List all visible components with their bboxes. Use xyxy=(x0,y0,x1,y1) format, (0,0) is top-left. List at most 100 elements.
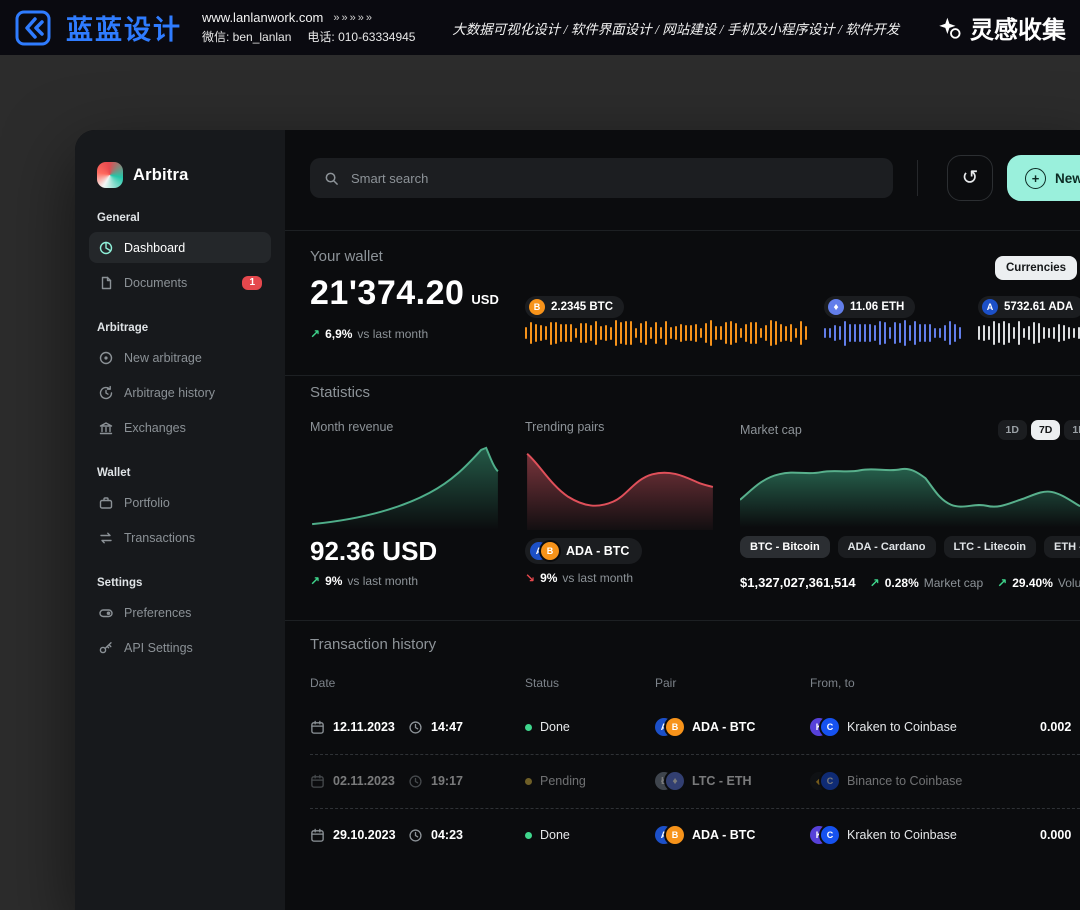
token-chip-ltc[interactable]: LTC - Litecoin xyxy=(944,536,1037,558)
market-cap-card: Market cap 1D 7D 1M BTC - Bitcoi xyxy=(740,420,1080,590)
token-chip-eth[interactable]: ETH - Ethereu xyxy=(1044,536,1080,558)
coinbase-icon: C xyxy=(821,826,839,844)
sidebar-item-portfolio[interactable]: Portfolio xyxy=(89,487,271,518)
sidebar-item-documents[interactable]: Documents 1 xyxy=(89,267,271,298)
promo-header: 蓝蓝设计 www.lanlanwork.com »»»»» 微信: ben_la… xyxy=(0,0,1080,55)
change-suffix: Market cap xyxy=(924,576,983,590)
col-pair: Pair xyxy=(655,676,676,690)
table-row[interactable]: 12.11.2023 14:47 Done A B ADA - BTC K xyxy=(285,700,1080,754)
pair-pill[interactable]: A B ADA - BTC xyxy=(525,538,642,564)
fromto-cell: K C Kraken to Coinbase xyxy=(810,808,957,862)
table-row[interactable]: 29.10.2023 04:23 Done A B ADA - BTC K xyxy=(285,808,1080,862)
token-chip-btc[interactable]: BTC - Bitcoin xyxy=(740,536,830,558)
history-button[interactable]: ↺ xyxy=(947,155,993,201)
date-cell: 12.11.2023 xyxy=(310,700,395,754)
fromto-value: Kraken to Coinbase xyxy=(847,828,957,842)
status-value: Done xyxy=(540,720,570,734)
change-suffix: Volume (2 xyxy=(1058,576,1080,590)
amount-value: 0.002 xyxy=(1040,720,1071,734)
time-cell: 19:17 xyxy=(408,754,463,808)
range-7d[interactable]: 7D xyxy=(1031,420,1060,440)
exchange-icons: ◆ C xyxy=(810,772,839,790)
status-cell: Done xyxy=(525,808,570,862)
clock-icon xyxy=(408,828,423,843)
sidebar-item-new-arbitrage[interactable]: New arbitrage xyxy=(89,342,271,373)
plus-icon: + xyxy=(1025,168,1046,189)
sidebar-item-api-settings[interactable]: API Settings xyxy=(89,632,271,663)
arrows-decoration: »»»»» xyxy=(333,12,374,24)
transactions-title: Transaction history xyxy=(310,636,436,653)
cap-change: ↗ 0.28% Market cap xyxy=(870,576,983,590)
revenue-change: ↗ 9% vs last month xyxy=(310,574,500,588)
btc-coin-icon: B xyxy=(541,542,559,560)
wechat-label: 微信: ben_lanlan xyxy=(202,28,291,45)
change-value: 0.28% xyxy=(885,576,919,590)
holdings-row: B 2.2345 BTC ♦ 11.06 ETH A 5732.61 ADA xyxy=(525,296,1080,347)
pair-cell: A B ADA - BTC xyxy=(655,700,755,754)
pair-label: ADA - BTC xyxy=(566,544,629,558)
sidebar-item-label: Arbitrage history xyxy=(124,386,215,400)
sidebar-item-label: API Settings xyxy=(124,641,193,655)
search-input[interactable] xyxy=(349,170,879,187)
sidebar-item-label: Preferences xyxy=(124,606,191,620)
search-icon xyxy=(324,171,339,186)
sidebar-item-label: Documents xyxy=(124,276,187,290)
month-revenue-card: Month revenue 92.36 USD ↗ 9% vs last mon… xyxy=(310,420,500,588)
sidebar-item-arbitrage-history[interactable]: Arbitrage history xyxy=(89,377,271,408)
sidebar-item-transactions[interactable]: Transactions xyxy=(89,522,271,553)
eth-sparkline xyxy=(824,319,964,347)
status-dot-pending xyxy=(525,778,532,785)
brand-name: 蓝蓝设计 xyxy=(66,8,182,47)
section-divider xyxy=(285,620,1080,621)
clock-icon xyxy=(408,720,423,735)
ada-coin-icon: A xyxy=(982,299,998,315)
range-switcher: 1D 7D 1M xyxy=(998,420,1080,440)
target-icon xyxy=(98,350,114,366)
change-value: 9% xyxy=(325,574,342,588)
exchange-icons: K C xyxy=(810,718,839,736)
sidebar-item-preferences[interactable]: Preferences xyxy=(89,597,271,628)
status-dot-done xyxy=(525,832,532,839)
section-label-settings: Settings xyxy=(97,577,263,589)
range-1m[interactable]: 1M xyxy=(1064,420,1080,440)
sidebar-item-label: Transactions xyxy=(124,531,195,545)
fromto-cell: K C Kraken to Coinbase xyxy=(810,700,957,754)
contact-block: www.lanlanwork.com »»»»» 微信: ben_lanlan … xyxy=(202,10,415,45)
change-value: 9% xyxy=(540,571,557,585)
revenue-area-chart xyxy=(310,442,500,530)
change-suffix: vs last month xyxy=(357,327,428,341)
up-arrow-icon: ↗ xyxy=(870,576,880,590)
token-chip-ada[interactable]: ADA - Cardano xyxy=(838,536,936,558)
btc-coin-icon: B xyxy=(529,299,545,315)
coinbase-icon: C xyxy=(821,718,839,736)
table-row[interactable]: 02.11.2023 19:17 Pending Ł ♦ LTC - ETH ◆ xyxy=(285,754,1080,808)
ada-amount: 5732.61 ADA xyxy=(1004,301,1073,313)
section-label-arbitrage: Arbitrage xyxy=(97,322,263,334)
app-logo: Arbitra xyxy=(89,162,271,188)
sidebar: Arbitra General Dashboard Documents 1 Ar… xyxy=(75,130,285,910)
range-1d[interactable]: 1D xyxy=(998,420,1027,440)
pair-coins: A B xyxy=(655,826,684,844)
col-date: Date xyxy=(310,676,335,690)
website-link[interactable]: www.lanlanwork.com xyxy=(202,10,323,25)
currencies-toggle[interactable]: Currencies xyxy=(995,256,1077,280)
sidebar-item-dashboard[interactable]: Dashboard xyxy=(89,232,271,263)
change-value: 29.40% xyxy=(1012,576,1053,590)
sidebar-item-label: Dashboard xyxy=(124,241,185,255)
change-suffix: vs last month xyxy=(347,574,418,588)
pair-coins: Ł ♦ xyxy=(655,772,684,790)
sidebar-item-exchanges[interactable]: Exchanges xyxy=(89,412,271,443)
search-bar[interactable] xyxy=(310,158,893,198)
new-arbitrage-button[interactable]: + New a xyxy=(1007,155,1080,201)
status-cell: Pending xyxy=(525,754,586,808)
inspiration-label: 灵感收集 xyxy=(970,10,1066,45)
pair-change: ↘ 9% vs last month xyxy=(525,571,715,585)
services-tagline: 大数据可视化设计 / 软件界面设计 / 网站建设 / 手机及小程序设计 / 软件… xyxy=(429,18,922,38)
wallet-title: Your wallet xyxy=(310,248,383,265)
holding-btc: B 2.2345 BTC xyxy=(525,296,810,347)
section-divider xyxy=(285,375,1080,376)
btc-amount: 2.2345 BTC xyxy=(551,301,613,313)
pair-coins: A B xyxy=(655,718,684,736)
btc-coin-icon: B xyxy=(666,718,684,736)
card-title: Month revenue xyxy=(310,420,500,434)
